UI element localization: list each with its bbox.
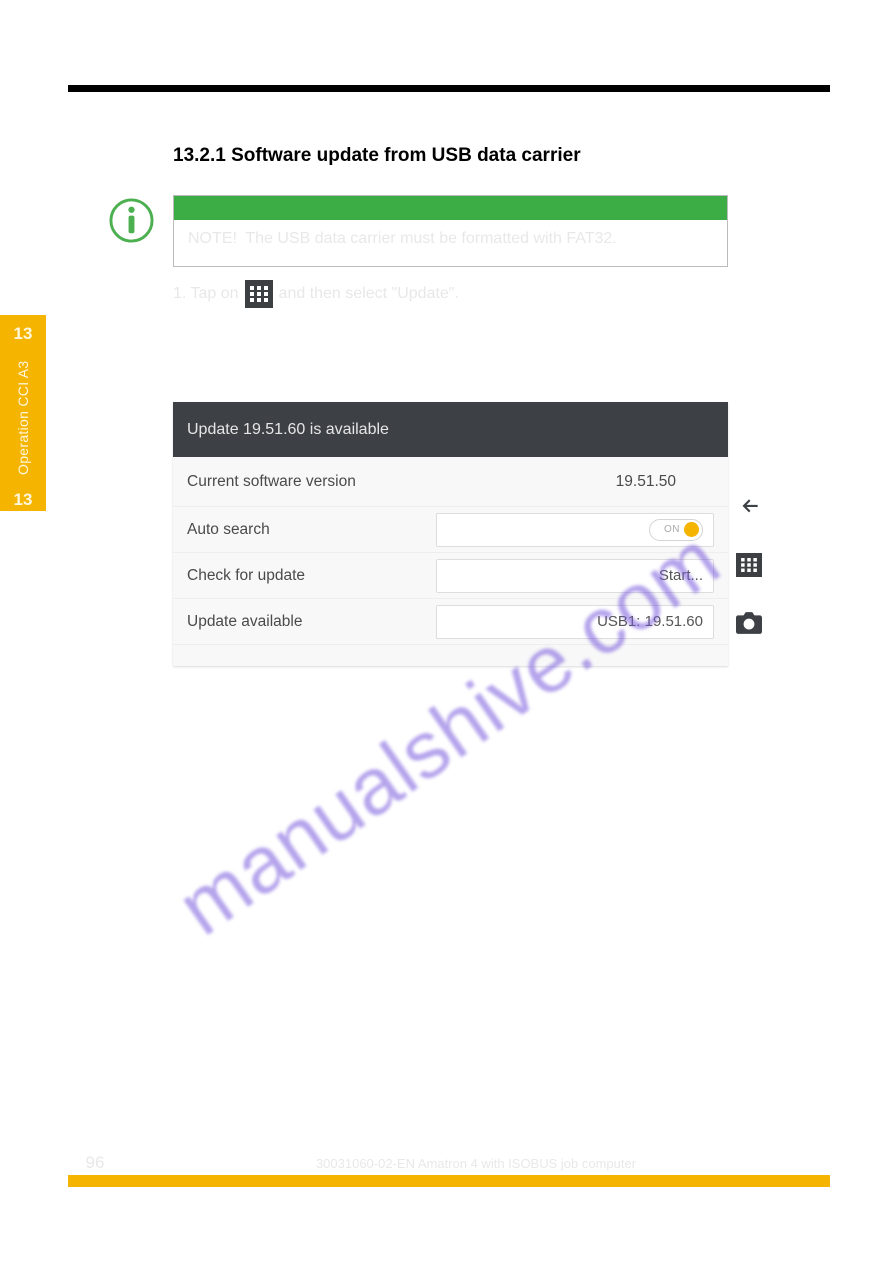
value-version: 19.51.50 [616,473,714,491]
apps-grid-icon[interactable] [735,551,763,579]
row-autosearch: Auto search ON [173,507,728,553]
autosearch-toggle[interactable]: ON [649,519,703,541]
label-autosearch: Auto search [187,521,372,539]
side-tab-label: Operation CCI A3 [0,348,46,488]
step-one: 1. Tap on and then select "Update". [173,280,459,308]
footer-text: 30031060-02-EN Amatron 4 with ISOBUS job… [122,1156,830,1173]
top-rule [68,85,830,92]
toggle-state: ON [664,524,680,535]
info-icon [108,197,155,244]
label-check: Check for update [187,567,372,585]
field-check[interactable]: Start... [436,559,714,593]
label-version: Current software version [187,473,372,491]
field-autosearch[interactable]: ON [436,513,714,547]
row-available: Update available USB1: 19.51.60 [173,599,728,645]
footer-bar [68,1175,830,1187]
shot-header: Update 19.51.60 is available [173,402,728,457]
page-number: 96 [68,1153,122,1173]
footer: 96 30031060-02-EN Amatron 4 with ISOBUS … [68,1153,830,1173]
section-heading: 13.2.1 Software update from USB data car… [173,145,581,167]
shot-side-buttons [730,457,768,666]
note-box: NOTE! The USB data carrier must be forma… [173,195,728,267]
value-available: USB1: 19.51.60 [597,613,703,630]
row-check: Check for update Start... [173,553,728,599]
note-box-head [174,196,727,220]
side-tab-num-bottom: 13 [0,490,46,510]
step-one-rest: and then select "Update". [279,285,459,303]
step-one-prefix: 1. Tap on [173,285,239,303]
row-version: Current software version 19.51.50 [173,457,728,507]
page: 13.2.1 Software update from USB data car… [68,0,830,1263]
toggle-knob [684,522,699,537]
label-available: Update available [187,613,372,631]
device-screenshot: Update 19.51.60 is available Current sof… [173,402,728,666]
field-available[interactable]: USB1: 19.51.60 [436,605,714,639]
back-icon[interactable] [735,493,763,521]
side-tab-num-top: 13 [0,324,46,344]
camera-icon[interactable] [735,609,763,637]
note-box-body: NOTE! The USB data carrier must be forma… [174,220,727,266]
apps-grid-icon[interactable] [245,280,273,308]
note-text: The USB data carrier must be formatted w… [245,230,616,247]
shot-body: Current software version 19.51.50 Auto s… [173,457,728,666]
value-check: Start... [659,567,703,584]
note-label: NOTE! [188,230,241,247]
